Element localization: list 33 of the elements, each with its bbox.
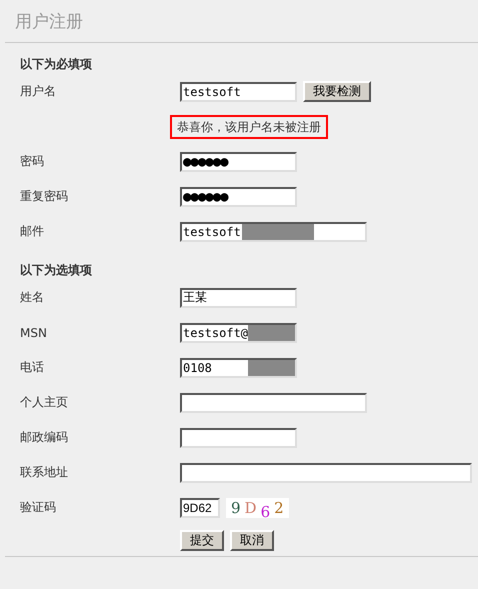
password-field[interactable]: ●●●●●● (180, 152, 297, 172)
input-field[interactable]: 0108 (180, 358, 297, 378)
captcha-character: D (244, 498, 257, 516)
field-label: 姓名 (19, 289, 45, 306)
cancel-button[interactable]: 取消 (230, 530, 274, 550)
check-button[interactable]: 我要检测 (303, 81, 371, 102)
captcha-field[interactable]: 9D62 (180, 498, 220, 518)
field-label: 邮政编码 (19, 429, 69, 446)
captcha-character: 6 (260, 502, 270, 520)
password-field[interactable]: ●●●●●● (180, 186, 297, 206)
input-field[interactable] (180, 428, 297, 448)
input-field[interactable]: 王某 (180, 288, 297, 308)
field-label: MSN (19, 326, 48, 340)
captcha-character: 2 (274, 498, 284, 516)
page-title: 用户注册 (15, 10, 83, 32)
section-heading: 以下为选填项 (20, 262, 93, 279)
field-label: 验证码 (19, 499, 57, 516)
input-field[interactable]: testsoft (180, 222, 367, 242)
input-field[interactable] (180, 392, 367, 412)
field-label: 密码 (19, 153, 45, 170)
field-label: 重复密码 (19, 188, 69, 205)
field-label: 邮件 (19, 223, 45, 240)
submit-button[interactable]: 提交 (180, 530, 224, 550)
input-field[interactable]: testsoft@ (180, 322, 297, 342)
input-field[interactable] (180, 462, 472, 482)
status-message: 恭喜你，该用户名未被注册 (170, 114, 328, 138)
field-label: 联系地址 (19, 464, 69, 481)
field-label: 用户名 (19, 83, 57, 100)
section-heading: 以下为必填项 (20, 56, 93, 73)
field-label: 个人主页 (19, 394, 69, 411)
captcha-character: 9 (231, 498, 241, 516)
field-label: 电话 (19, 359, 45, 376)
input-field[interactable]: testsoft (180, 82, 297, 102)
